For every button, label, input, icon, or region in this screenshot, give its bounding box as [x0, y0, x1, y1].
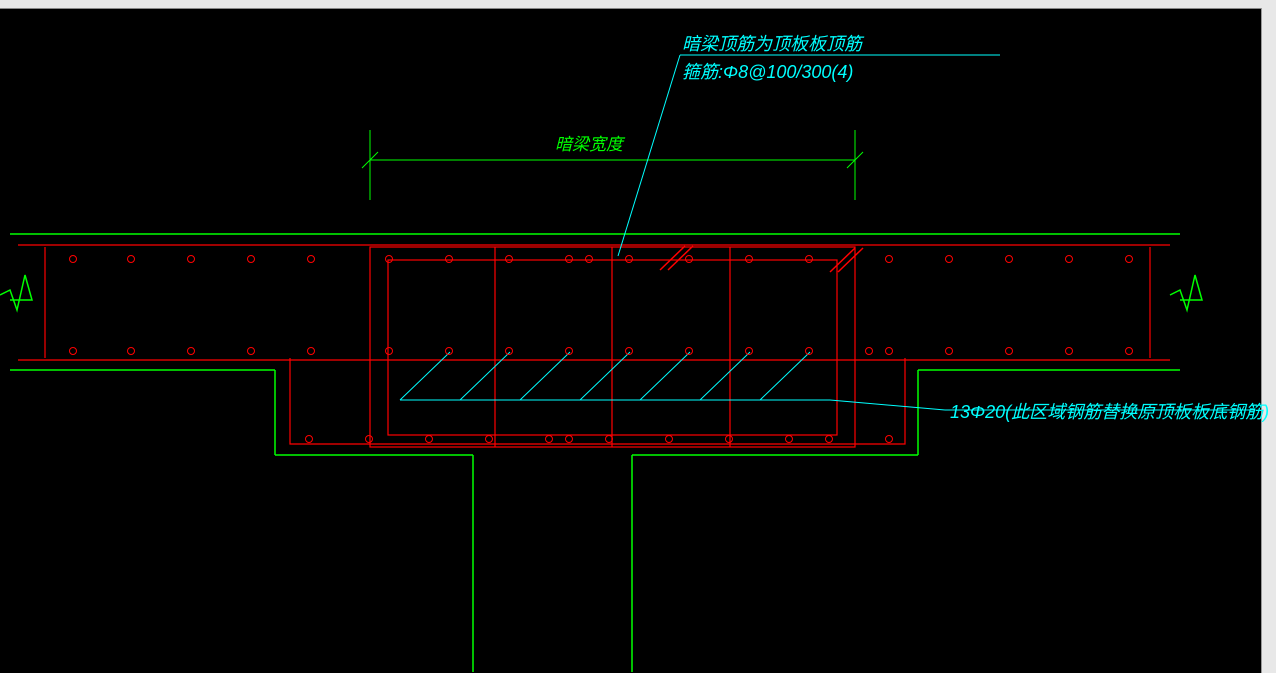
rebar-dot [187, 255, 195, 263]
cad-drawing [0, 0, 1276, 673]
rebar-dot [485, 435, 493, 443]
rebar-dot [885, 435, 893, 443]
rebar-dot [545, 435, 553, 443]
rebar-dot [1065, 347, 1073, 355]
rebar-dot [187, 347, 195, 355]
rebar-dot [725, 435, 733, 443]
rebar-dot [127, 347, 135, 355]
rebar-dot [825, 435, 833, 443]
rebar-dot [785, 435, 793, 443]
rebar-dot [565, 435, 573, 443]
rebar-dot [865, 347, 873, 355]
rebar-dot [685, 255, 693, 263]
rebar-dot [385, 255, 393, 263]
rebar-dot [247, 255, 255, 263]
rebar-dot [1125, 347, 1133, 355]
rebar-dot [505, 255, 513, 263]
rebar-dot [745, 347, 753, 355]
rebar-dot [565, 347, 573, 355]
rebar-dot [445, 255, 453, 263]
rebar-dot [805, 347, 813, 355]
rebar-dot [885, 347, 893, 355]
rebar-dot [665, 435, 673, 443]
rebar-dot [445, 347, 453, 355]
rebar-dot [385, 347, 393, 355]
leader-lines [400, 55, 1255, 410]
rebar-dot [69, 255, 77, 263]
rebar-dot [305, 435, 313, 443]
rebar-dot [625, 347, 633, 355]
annotation-right1: 13Φ20(此区域钢筋替换原顶板板底钢筋) [950, 398, 1269, 424]
rebar-dot [885, 255, 893, 263]
annotation-top2: 箍筋:Φ8@100/300(4) [682, 58, 853, 84]
rebar-dot [247, 347, 255, 355]
rebar-dot [1005, 255, 1013, 263]
rebar-dot [505, 347, 513, 355]
rebar-dot [1125, 255, 1133, 263]
dimension-label-beam-width: 暗梁宽度 [555, 130, 623, 155]
rebar-dot [69, 347, 77, 355]
rebar-dot [685, 347, 693, 355]
rebar-dot [425, 435, 433, 443]
rebar-dot [945, 255, 953, 263]
rebar-dot [605, 435, 613, 443]
rebar-dot [127, 255, 135, 263]
concrete-outline [0, 234, 1202, 672]
cad-viewport[interactable]: 暗梁顶筋为顶板板顶筋 箍筋:Φ8@100/300(4) 暗梁宽度 13Φ20(此… [0, 0, 1276, 673]
rebar-dot [365, 435, 373, 443]
annotation-top1: 暗梁顶筋为顶板板顶筋 [682, 30, 862, 56]
rebar-dot [1065, 255, 1073, 263]
rebar-dot [1005, 347, 1013, 355]
rebar-dot [945, 347, 953, 355]
rebar-dot [307, 255, 315, 263]
rebar-dot [745, 255, 753, 263]
rebar-dot [307, 347, 315, 355]
rebar-dot [625, 255, 633, 263]
rebar-dot [585, 255, 593, 263]
rebar-dot [805, 255, 813, 263]
rebar-dot [565, 255, 573, 263]
